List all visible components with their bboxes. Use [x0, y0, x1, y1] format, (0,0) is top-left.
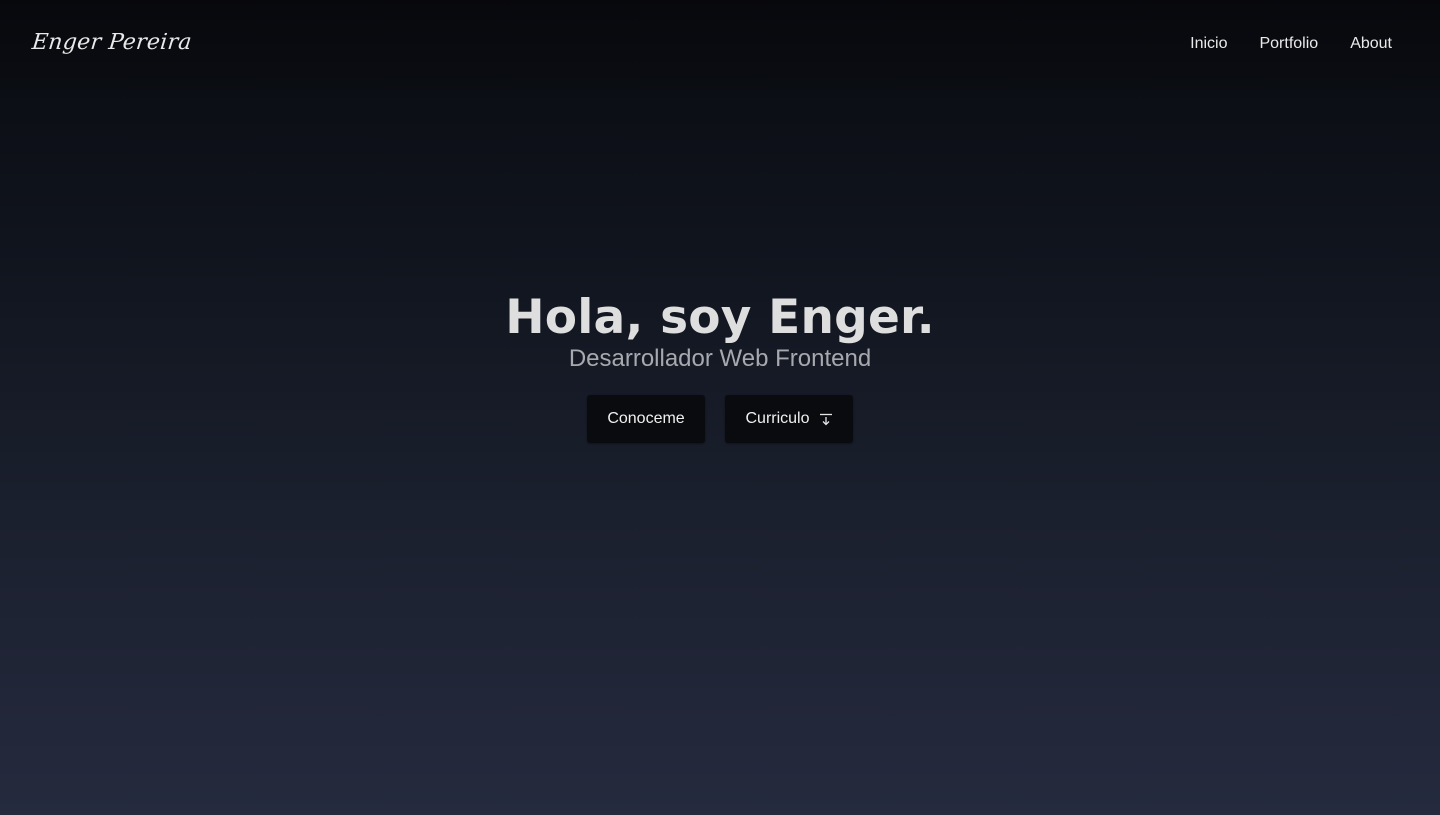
about-me-button-label: Conoceme — [607, 410, 685, 427]
nav-link-about[interactable]: About — [1350, 35, 1392, 53]
about-me-button[interactable]: Conoceme — [587, 395, 705, 443]
download-icon — [819, 412, 833, 426]
download-cv-button-label: Curriculo — [745, 410, 810, 427]
hero-title: Hola, soy Enger. — [505, 290, 935, 345]
download-cv-button[interactable]: Curriculo — [725, 395, 853, 443]
navbar: Enger Pereira Inicio Portfolio About — [0, 0, 1440, 92]
nav-links: Inicio Portfolio About — [1190, 35, 1392, 53]
nav-link-inicio[interactable]: Inicio — [1190, 35, 1227, 53]
site-logo[interactable]: Enger Pereira — [31, 30, 193, 55]
hero-subtitle: Desarrollador Web Frontend — [568, 345, 872, 372]
nav-link-portfolio[interactable]: Portfolio — [1259, 35, 1318, 53]
hero-section: Hola, soy Enger. Desarrollador Web Front… — [0, 290, 1440, 443]
hero-buttons: Conoceme Curriculo — [0, 395, 1440, 443]
